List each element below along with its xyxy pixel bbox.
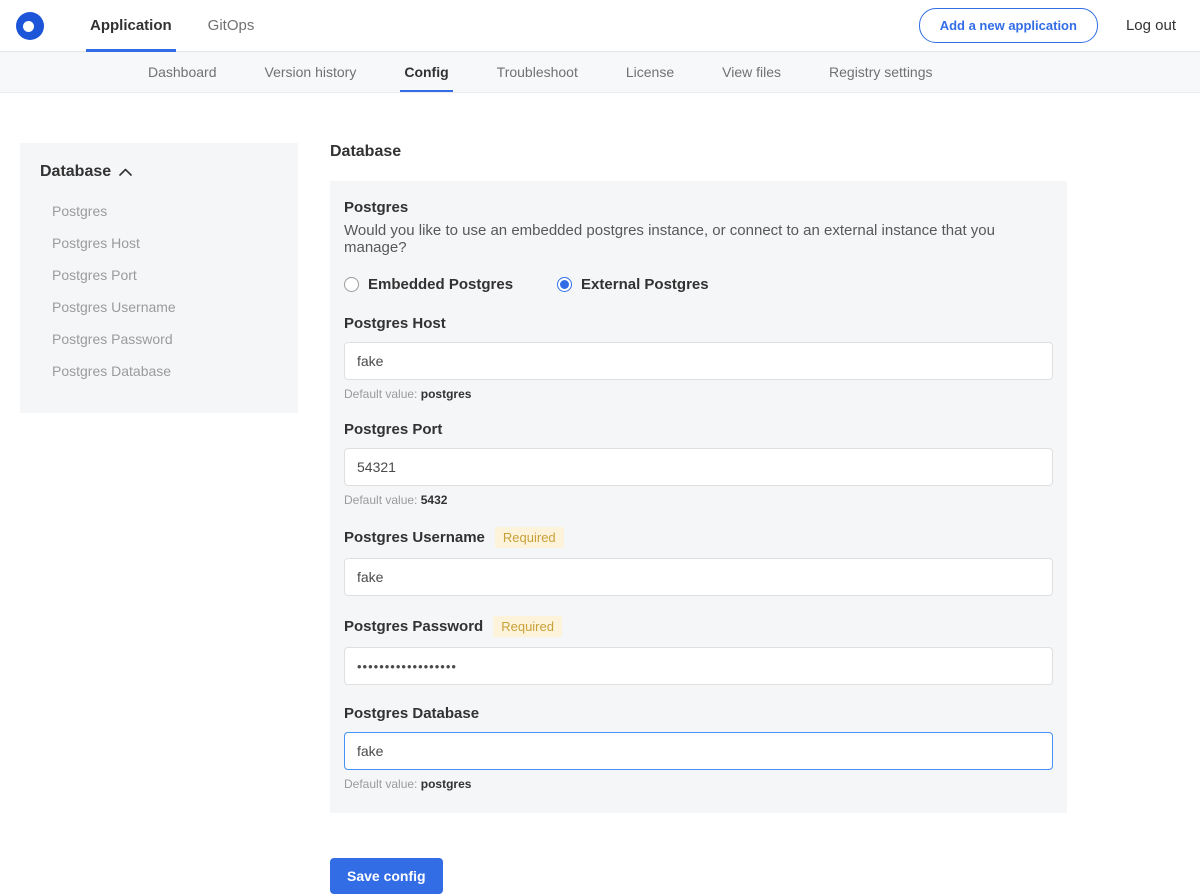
radio-embedded-postgres[interactable]: Embedded Postgres (344, 276, 513, 293)
field-label: Postgres Host (344, 315, 446, 332)
sidebar-item-postgres-database[interactable]: Postgres Database (36, 355, 282, 387)
field-postgres-host: Postgres Host Default value: postgres (344, 315, 1053, 401)
sidebar-group-label: Database (40, 163, 111, 181)
subnav-troubleshoot[interactable]: Troubleshoot (473, 52, 602, 92)
postgres-port-input[interactable] (344, 448, 1053, 486)
subnav-registry-settings[interactable]: Registry settings (805, 52, 956, 92)
top-tab-gitops[interactable]: GitOps (190, 0, 273, 52)
field-label: Postgres Database (344, 705, 479, 722)
subnav-version-history[interactable]: Version history (241, 52, 381, 92)
required-badge: Required (493, 616, 562, 637)
top-tab-label: Application (90, 17, 172, 34)
logout-link[interactable]: Log out (1126, 17, 1176, 34)
add-new-application-button[interactable]: Add a new application (919, 8, 1098, 43)
radio-label: External Postgres (581, 276, 709, 293)
page-title: Database (330, 143, 1067, 161)
radio-circle-unchecked[interactable] (344, 277, 359, 292)
field-label: Postgres Username (344, 529, 485, 546)
save-config-button[interactable]: Save config (330, 858, 443, 894)
field-postgres-username: Postgres Username Required (344, 527, 1053, 596)
app-subnav: Dashboard Version history Config Trouble… (0, 52, 1200, 93)
radio-circle-checked[interactable] (557, 277, 572, 292)
subnav-view-files[interactable]: View files (698, 52, 805, 92)
top-nav: Application GitOps (72, 0, 272, 52)
postgres-host-input[interactable] (344, 342, 1053, 380)
group-help-text: Would you like to use an embedded postgr… (344, 222, 1053, 256)
postgres-password-input[interactable] (344, 647, 1053, 685)
top-tab-label: GitOps (208, 17, 255, 34)
sidebar-group-database[interactable]: Database (36, 163, 282, 181)
chevron-up-icon (119, 168, 132, 176)
config-main: Database Postgres Would you like to use … (330, 143, 1067, 894)
radio-label: Embedded Postgres (368, 276, 513, 293)
subnav-license[interactable]: License (602, 52, 698, 92)
sidebar-item-postgres-password[interactable]: Postgres Password (36, 323, 282, 355)
sidebar-item-postgres-host[interactable]: Postgres Host (36, 227, 282, 259)
header-right: Add a new application Log out (919, 8, 1176, 43)
page-body: Database Postgres Postgres Host Postgres… (0, 93, 1200, 894)
field-postgres-database: Postgres Database Default value: postgre… (344, 705, 1053, 791)
field-postgres-port: Postgres Port Default value: 5432 (344, 421, 1053, 507)
sidebar-item-postgres-port[interactable]: Postgres Port (36, 259, 282, 291)
radio-external-postgres[interactable]: External Postgres (557, 276, 709, 293)
default-value-helper: Default value: postgres (344, 387, 1053, 401)
subnav-dashboard[interactable]: Dashboard (124, 52, 241, 92)
default-value-helper: Default value: 5432 (344, 493, 1053, 507)
top-tab-application[interactable]: Application (72, 0, 190, 52)
default-value-helper: Default value: postgres (344, 777, 1053, 791)
app-logo-icon (16, 12, 44, 40)
config-panel: Postgres Would you like to use an embedd… (330, 181, 1067, 813)
top-header: Application GitOps Add a new application… (0, 0, 1200, 52)
field-label: Postgres Port (344, 421, 442, 438)
group-heading: Postgres (344, 199, 1053, 216)
postgres-username-input[interactable] (344, 558, 1053, 596)
required-badge: Required (495, 527, 564, 548)
sidebar-item-postgres[interactable]: Postgres (36, 195, 282, 227)
subnav-config[interactable]: Config (380, 52, 472, 92)
postgres-mode-radio-group: Embedded Postgres External Postgres (344, 276, 1053, 293)
field-label: Postgres Password (344, 618, 483, 635)
postgres-database-input[interactable] (344, 732, 1053, 770)
config-sidebar: Database Postgres Postgres Host Postgres… (20, 143, 298, 413)
field-postgres-password: Postgres Password Required (344, 616, 1053, 685)
sidebar-item-postgres-username[interactable]: Postgres Username (36, 291, 282, 323)
